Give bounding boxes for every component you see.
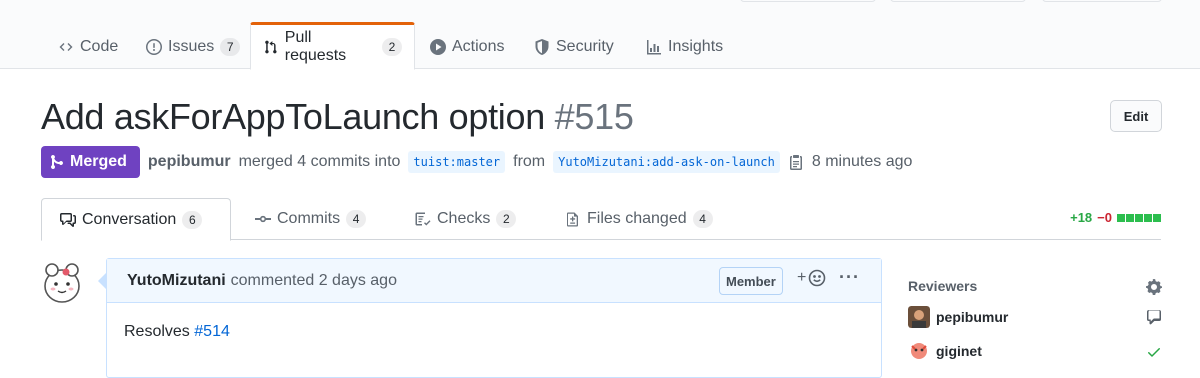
tab-files-changed[interactable]: Files changed 4 (547, 198, 731, 240)
repo-tab-pull-requests[interactable]: Pull requests 2 (250, 22, 415, 70)
repo-tab-label: Security (556, 37, 614, 55)
git-commit-icon (255, 215, 271, 223)
tab-commits[interactable]: Commits 4 (237, 198, 384, 240)
tab-label: Conversation (82, 210, 177, 228)
diffstat: +18 −0 (1070, 210, 1161, 225)
reviewer-name: pepibumur (936, 309, 1009, 325)
pr-number: #515 (554, 96, 634, 137)
head-branch[interactable]: YutoMizutani:add-ask-on-launch (553, 151, 780, 173)
tab-count: 2 (496, 210, 517, 228)
code-icon (59, 42, 73, 51)
diffstat-block (1135, 213, 1143, 222)
reviewer-name: giginet (936, 343, 982, 359)
comment-discussion-icon (60, 212, 76, 227)
comment-icon (1147, 310, 1161, 325)
pull-requests-count: 2 (382, 38, 402, 56)
reviewers-heading[interactable]: Reviewers (908, 278, 977, 294)
issue-link[interactable]: #514 (194, 323, 230, 340)
smiley-icon (809, 269, 826, 287)
tab-count: 6 (182, 210, 203, 229)
git-merge-icon (51, 154, 63, 169)
pr-title-text: Add askForAppToLaunch option (41, 96, 545, 137)
from-text: from (513, 153, 546, 170)
comment-author-link[interactable]: YutoMizutani (127, 272, 226, 290)
diffstat-block (1144, 213, 1152, 222)
edit-button[interactable]: Edit (1110, 100, 1162, 132)
repo-tab-label: Insights (668, 37, 724, 55)
tab-label: Checks (437, 210, 491, 227)
member-badge: Member (719, 267, 783, 295)
repo-tab-label: Actions (452, 37, 505, 55)
pr-author-link[interactable]: pepibumur (148, 153, 231, 171)
diffstat-deletions: −0 (1097, 210, 1112, 225)
shield-icon (535, 38, 549, 55)
file-diff-icon (567, 212, 578, 227)
issue-opened-icon (146, 38, 162, 55)
add-reaction-button[interactable]: + (797, 269, 826, 287)
repo-tab-insights[interactable]: Insights (634, 24, 735, 69)
pr-tabs: Conversation 6 Commits 4 Checks 2 Files … (41, 198, 1161, 241)
diffstat-block (1153, 213, 1161, 222)
issues-count: 7 (220, 37, 241, 56)
header-button-stub[interactable] (740, 0, 876, 2)
add-reaction-plus: + (797, 269, 807, 286)
play-icon (430, 38, 446, 55)
merged-text: merged 4 commits into (238, 153, 401, 170)
page-title: Add askForAppToLaunch option #515 (41, 96, 634, 138)
header-button-stub[interactable] (1042, 0, 1162, 2)
diffstat-additions: +18 (1070, 210, 1093, 225)
avatar[interactable] (40, 258, 84, 306)
repo-tab-label: Code (80, 37, 119, 55)
diffstat-block (1117, 213, 1125, 222)
tab-count: 4 (692, 210, 713, 228)
gear-icon[interactable] (1146, 279, 1162, 295)
comment-body-text: Resolves (124, 323, 190, 340)
avatar (908, 340, 930, 362)
graph-icon (647, 39, 661, 54)
reviewer-item[interactable]: pepibumur (908, 305, 1008, 329)
base-branch[interactable]: tuist:master (408, 151, 506, 173)
comment-timestamp[interactable]: commented 2 days ago (231, 272, 397, 290)
repo-tab-issues[interactable]: Issues 7 (134, 24, 252, 69)
status-badge-label: Merged (70, 153, 127, 170)
comment-body: Resolves #514 (107, 303, 881, 341)
clippy-icon[interactable] (788, 154, 804, 170)
repo-tab-actions[interactable]: Actions (418, 24, 516, 69)
checklist-icon (415, 212, 431, 226)
repo-nav: Code Issues 7 Pull requests 2 Actions Se… (0, 0, 1200, 70)
tab-label: Commits (277, 210, 341, 227)
tab-checks[interactable]: Checks 2 (397, 198, 534, 240)
avatar (908, 306, 930, 328)
git-pull-request-icon (265, 40, 277, 54)
merged-time: 8 minutes ago (811, 153, 913, 170)
status-badge: Merged (41, 146, 140, 178)
tab-label: Files changed (587, 210, 687, 227)
diffstat-block (1126, 213, 1134, 222)
repo-tab-code[interactable]: Code (46, 24, 130, 69)
tab-conversation[interactable]: Conversation 6 (41, 198, 231, 241)
comment-header: YutoMizutani commented 2 days ago Member… (107, 259, 881, 303)
reviewer-item[interactable]: giginet (908, 339, 982, 363)
header-button-stub[interactable] (890, 0, 1026, 2)
diffstat-blocks (1117, 213, 1161, 222)
pr-meta: Merged pepibumur merged 4 commits into t… (41, 146, 912, 178)
repo-tab-label: Pull requests (284, 29, 347, 64)
timeline-comment: YutoMizutani commented 2 days ago Member… (98, 258, 882, 378)
repo-tab-security[interactable]: Security (522, 24, 626, 69)
tab-count: 4 (346, 210, 367, 228)
repo-tab-label: Issues (168, 37, 215, 55)
kebab-horizontal-icon[interactable]: ··· (839, 267, 860, 288)
check-icon (1148, 348, 1160, 357)
